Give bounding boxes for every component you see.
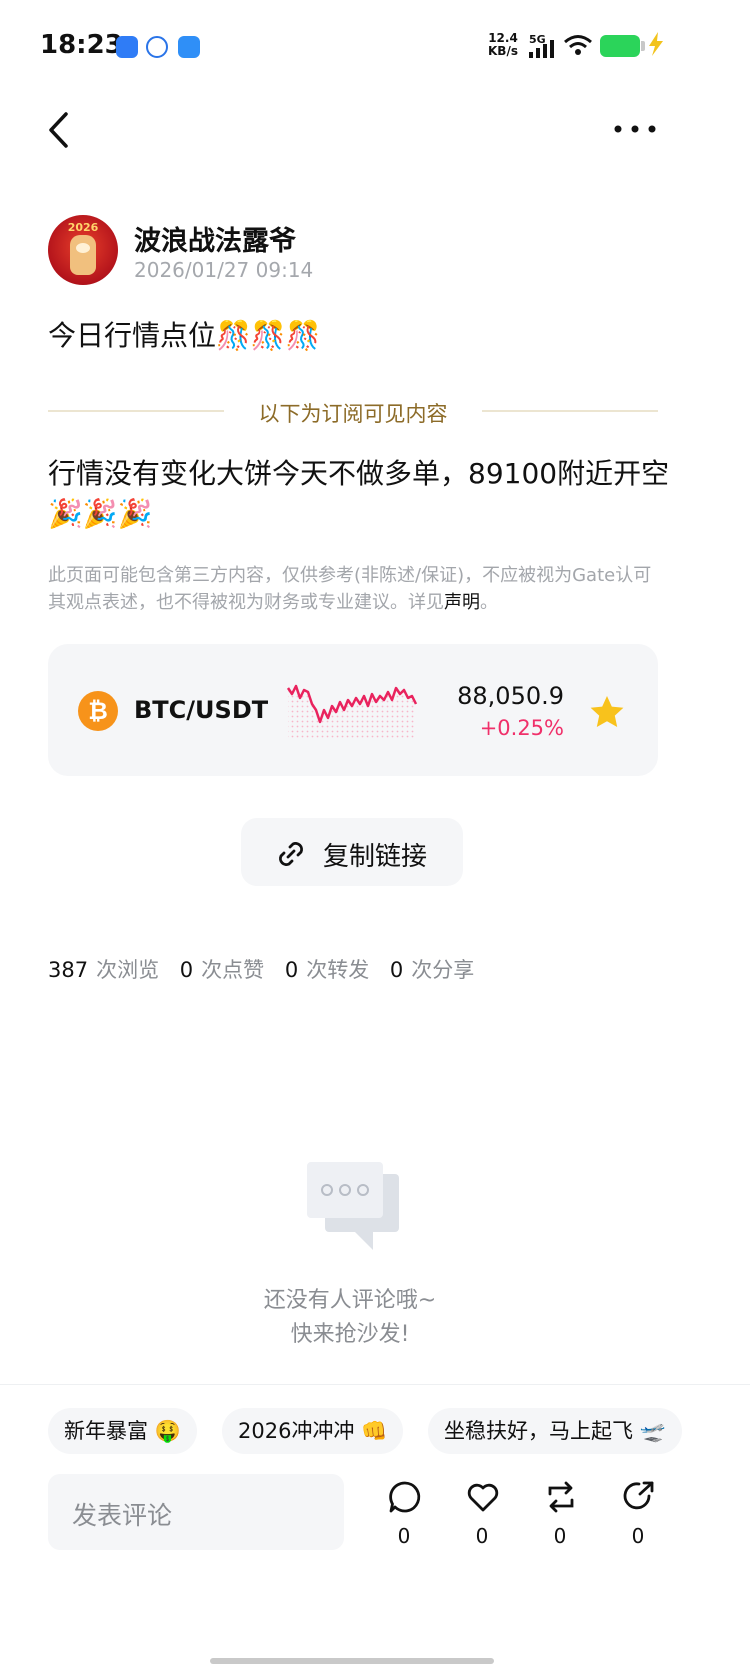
comment-icon [389,1481,421,1513]
heart-icon [467,1483,499,1512]
status-bar: 18:23 12.4 KB/s 5G [0,0,750,96]
trading-pair: BTC/USDT [134,696,269,724]
reposts-label: 次转发 [306,958,370,982]
status-time: 18:23 [40,30,123,60]
repost-count: 0 [553,1524,567,1548]
avatar-horse [70,235,96,275]
disclaimer-link[interactable]: 声明 [444,592,480,613]
home-indicator[interactable] [210,1658,494,1664]
battery-icon [600,35,640,57]
divider-left [48,410,224,412]
back-button[interactable] [42,108,82,152]
empty-comments-line1: 还没有人评论哦~ [263,1288,437,1313]
avatar-year: 2026 [67,221,99,234]
avatar[interactable]: 2026 [48,215,118,285]
shares-count: 0 [389,958,404,982]
copy-link-label: 复制链接 [323,842,428,872]
like-count: 0 [475,1524,489,1548]
post-timestamp: 2026/01/27 09:14 [134,258,314,282]
app-icon-1 [116,36,138,58]
likes-count: 0 [179,958,194,982]
comment-input[interactable]: 发表评论 [48,1474,344,1550]
wifi-icon [564,35,592,55]
price-sparkline [286,684,418,740]
views-count: 387 [48,958,89,982]
signal-icon [529,40,554,58]
network-speed: 12.4 KB/s [488,32,518,58]
chevron-left-icon [49,112,68,148]
charging-icon [649,32,663,56]
repost-button[interactable]: 0 [540,1480,580,1550]
disclaimer-text: 此页面可能包含第三方内容，仅供参考(非陈述/保证)，不应被视为Gate认可其观点… [48,565,652,613]
ticker-price: 88,050.9 [457,682,564,710]
shares-label: 次分享 [411,958,475,982]
disclaimer-end: 。 [480,592,498,613]
bitcoin-icon: ₿ [78,691,118,731]
quick-reply-chip[interactable]: 新年暴富 🤑 [48,1408,197,1454]
disclaimer: 此页面可能包含第三方内容，仅供参考(非陈述/保证)，不应被视为Gate认可其观点… [48,562,660,616]
empty-comments-text: 还没有人评论哦~ 快来抢沙发! [225,1284,475,1352]
app-icon-2 [146,36,168,58]
comment-placeholder: 发表评论 [72,1501,173,1530]
ticker-card[interactable]: ₿ BTC/USDT 88,050.9 +0.25% [48,644,658,776]
footer-divider [0,1384,750,1385]
ticker-change: +0.25% [479,716,564,740]
network-speed-unit: KB/s [488,44,518,58]
like-button[interactable]: 0 [462,1480,502,1550]
quick-reply-chip[interactable]: 2026冲冲冲 👊 [222,1408,404,1454]
more-icon [614,125,656,133]
quick-reply-chips: 新年暴富 🤑 2026冲冲冲 👊 坐稳扶好，马上起飞 🛫 [48,1408,750,1456]
copy-link-button[interactable]: 复制链接 [241,818,463,886]
empty-comments-line2: 快来抢沙发! [290,1322,410,1347]
empty-comments-icon [307,1162,399,1250]
reposts-count: 0 [284,958,299,982]
more-button[interactable] [610,112,660,146]
likes-label: 次点赞 [201,958,265,982]
quick-reply-chip[interactable]: 坐稳扶好，马上起飞 🛫 [428,1408,682,1454]
share-icon [623,1481,654,1510]
post-stats: 387 次浏览 0 次点赞 0 次转发 0 次分享 [48,954,488,984]
comment-button[interactable]: 0 [384,1480,424,1550]
views-label: 次浏览 [96,958,160,982]
link-icon [279,842,303,866]
app-icon-3 [178,36,200,58]
divider-right [482,410,658,412]
post-title: 今日行情点位🎊🎊🎊 [48,319,321,352]
author-name[interactable]: 波浪战法露爷 [134,219,296,258]
post-body: 行情没有变化大饼今天不做多单，89100附近开空🎉🎉🎉 [48,457,670,530]
repost-icon [548,1481,574,1513]
battery-tip [641,41,645,51]
comment-count: 0 [397,1524,411,1548]
share-count: 0 [631,1524,645,1548]
subscription-divider-label: 以下为订阅可见内容 [258,402,448,426]
star-icon[interactable] [588,694,626,730]
share-button[interactable]: 0 [618,1480,658,1550]
